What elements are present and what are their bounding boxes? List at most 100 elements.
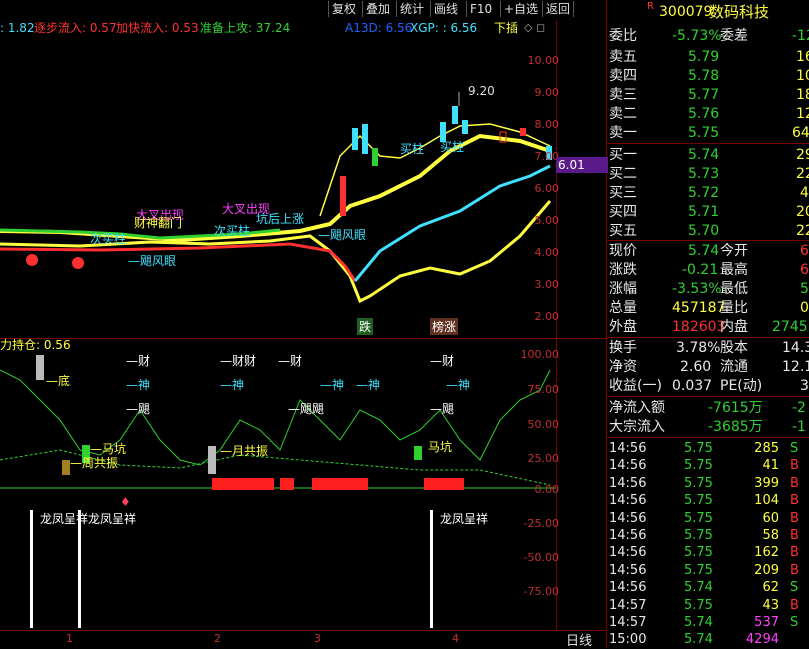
tick-price: 5.75 bbox=[684, 545, 713, 561]
add-favorite-button[interactable]: +自选 bbox=[500, 1, 541, 17]
price-chart[interactable] bbox=[0, 36, 556, 336]
tick-volume: 162 bbox=[754, 545, 779, 561]
cai-label-1: —财 bbox=[126, 354, 151, 368]
tick-price: 5.74 bbox=[684, 615, 713, 630]
tick-volume: 399 bbox=[754, 475, 779, 491]
high-price-label: 9.20 bbox=[468, 84, 495, 98]
tick-price: 5.75 bbox=[684, 510, 713, 526]
tick-volume: 60 bbox=[762, 510, 779, 526]
stock-name: 数码科技 bbox=[709, 3, 770, 21]
tick-side: B bbox=[790, 510, 799, 526]
pane-divider bbox=[0, 338, 606, 339]
axis-divider bbox=[556, 20, 557, 630]
zhouzhen-label: —周共振 bbox=[70, 456, 119, 470]
xgp-label: XGP: : 6.56 bbox=[410, 21, 478, 35]
fengyan-label-1: —飓风眼 bbox=[128, 254, 177, 268]
jiakuai-label: 加快流入: 0.53 bbox=[116, 21, 199, 35]
maizhu-label-2: 次买柱 bbox=[214, 224, 251, 238]
tick-time: 14:56 bbox=[609, 580, 647, 596]
indicator-chart[interactable]: ♦ bbox=[0, 340, 556, 630]
tick-row: 15:00 5.74 4294 bbox=[606, 631, 809, 649]
chart-toolbar: 复权 叠加 统计 画线 F10 +自选 返回 bbox=[0, 0, 606, 19]
tick-side: S bbox=[790, 441, 799, 456]
tick-price: 5.75 bbox=[684, 475, 713, 491]
fengyan-label-2: —飓风眼 bbox=[318, 228, 367, 242]
tick-volume: 537 bbox=[754, 615, 779, 630]
hao-label-2: —飓飓 bbox=[288, 402, 325, 416]
back-button[interactable]: 返回 bbox=[542, 1, 575, 17]
period-button[interactable]: 日线 bbox=[566, 630, 592, 649]
tick-row: 14:56 5.75 399 B bbox=[606, 475, 809, 493]
tick-time: 14:56 bbox=[609, 441, 647, 456]
shen-label-5: —神 bbox=[446, 378, 471, 392]
tick-volume: 43 bbox=[762, 597, 779, 613]
flag-badge: R bbox=[647, 1, 654, 12]
shen-label-3: —神 bbox=[320, 378, 345, 392]
tick-time: 14:56 bbox=[609, 510, 647, 526]
maizhu-label-4: 买柱 bbox=[440, 140, 465, 154]
tick-side: B bbox=[790, 562, 799, 578]
current-price-marker: 6.01 bbox=[556, 157, 608, 173]
tick-row: 14:56 5.75 41 B bbox=[606, 457, 809, 475]
tick-price: 5.75 bbox=[684, 493, 713, 509]
tick-row: 14:56 5.74 62 S bbox=[606, 579, 809, 597]
tick-side: B bbox=[790, 545, 799, 561]
tick-time: 14:57 bbox=[609, 597, 647, 613]
tick-time: 14:56 bbox=[609, 475, 647, 491]
tick-time: 14:56 bbox=[609, 493, 647, 509]
tick-volume: 58 bbox=[762, 528, 779, 543]
tick-volume: 209 bbox=[754, 562, 779, 578]
tick-side: S bbox=[790, 615, 799, 630]
cai-label-2: —财财 bbox=[220, 354, 257, 368]
tick-price: 5.75 bbox=[684, 458, 713, 474]
diejia-button[interactable]: 叠加 bbox=[362, 1, 393, 17]
tongji-button[interactable]: 统计 bbox=[396, 1, 427, 17]
tick-price: 5.74 bbox=[684, 632, 713, 648]
tick-row: 14:56 5.75 285 S bbox=[606, 440, 809, 458]
svg-text:♦: ♦ bbox=[120, 495, 131, 509]
caishen-label: 财神翻门 bbox=[134, 216, 183, 230]
fund-divider bbox=[607, 396, 809, 397]
yuezhen-label: —月共振 bbox=[220, 444, 269, 458]
fuquan-button[interactable]: 复权 bbox=[328, 1, 359, 17]
tick-price: 5.75 bbox=[684, 441, 713, 456]
flow-divider bbox=[607, 437, 809, 438]
hao-label-1: —飓 bbox=[126, 402, 151, 416]
longfeng-label-1: 龙凤呈祥龙凤呈祥 bbox=[40, 512, 137, 526]
shen-label-4: —神 bbox=[356, 378, 381, 392]
xiacha-label: 下插 bbox=[494, 21, 519, 35]
settings-icon[interactable]: ◇ ◻ bbox=[524, 20, 545, 36]
f10-button[interactable]: F10 bbox=[466, 1, 495, 17]
tick-volume: 104 bbox=[754, 493, 779, 509]
tick-row: 14:57 5.75 43 B bbox=[606, 597, 809, 615]
tick-row: 14:56 5.75 60 B bbox=[606, 510, 809, 528]
weibi-row: 委比 -5.73% 委差 -12 bbox=[609, 28, 809, 44]
maizhu-label-1: 次买柱 bbox=[90, 232, 127, 246]
tick-time: 15:00 bbox=[609, 632, 647, 648]
di-label: —底 bbox=[46, 374, 71, 388]
shen-label-1: —神 bbox=[126, 378, 151, 392]
tick-side: B bbox=[790, 528, 799, 543]
stock-header: R 300079 数码科技 bbox=[607, 0, 809, 24]
tick-side: B bbox=[790, 475, 799, 491]
zhang-label: 榜涨 bbox=[430, 318, 459, 335]
xaxis-divider bbox=[0, 630, 606, 631]
tick-row: 14:57 5.74 537 S bbox=[606, 614, 809, 632]
die-label: 跌 bbox=[357, 318, 374, 335]
tick-time: 14:56 bbox=[609, 562, 647, 578]
tick-volume: 62 bbox=[762, 580, 779, 596]
indicator-prefix: : 1.82 bbox=[0, 21, 35, 35]
longfeng-label-2: 龙凤呈祥 bbox=[440, 512, 489, 526]
huaxian-button[interactable]: 画线 bbox=[430, 1, 461, 17]
tick-volume: 41 bbox=[762, 458, 779, 474]
tick-side: B bbox=[790, 493, 799, 509]
tick-price: 5.75 bbox=[684, 562, 713, 578]
shen-label-2: —神 bbox=[220, 378, 245, 392]
orderbook-divider bbox=[607, 143, 809, 144]
tick-price: 5.75 bbox=[684, 597, 713, 613]
kenghou-label: 坑后上涨 bbox=[256, 212, 305, 226]
tick-row: 14:56 5.75 104 B bbox=[606, 492, 809, 510]
tick-time: 14:56 bbox=[609, 528, 647, 543]
hao-label-3: —飓 bbox=[430, 402, 455, 416]
tick-volume: 4294 bbox=[745, 632, 779, 648]
